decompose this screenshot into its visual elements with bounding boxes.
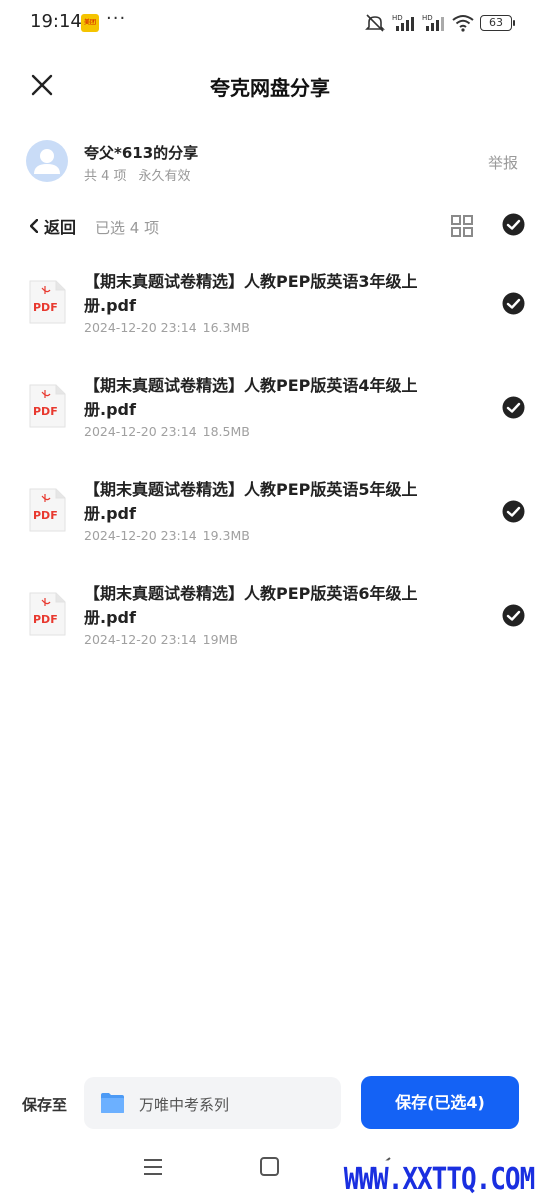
pdf-file-icon: PDF [29, 384, 66, 428]
wifi-icon [452, 15, 474, 32]
grid-view-icon [451, 215, 473, 237]
menu-icon[interactable] [143, 1158, 163, 1176]
title-bar: 夸克网盘分享 [0, 60, 540, 110]
pdf-file-icon: PDF [29, 280, 66, 324]
pdf-file-icon: PDF [29, 488, 66, 532]
battery-icon: 63 [480, 15, 515, 31]
save-bar: 保存至 万唯中考系列 保存(已选4) [0, 1076, 540, 1130]
file-meta: 2024-12-20 23:14 19MB [84, 632, 238, 647]
folder-picker[interactable]: 万唯中考系列 [84, 1077, 341, 1129]
file-name: 【期末真题试卷精选】人教PEP版英语5年级上册.pdf [84, 480, 418, 523]
file-size: 18.5MB [202, 424, 250, 439]
check-circle-icon[interactable] [502, 292, 525, 315]
file-meta: 2024-12-20 23:14 18.5MB [84, 424, 250, 439]
check-circle-icon [502, 213, 525, 236]
pdf-label: PDF [33, 613, 58, 626]
validity: 永久有效 [138, 169, 191, 184]
user-avatar-icon [34, 149, 60, 174]
selected-count: 已选 4 项 [95, 219, 160, 237]
svg-text:HD: HD [422, 14, 433, 22]
file-row[interactable]: PDF 【期末真题试卷精选】人教PEP版英语5年级上册.pdf 2024-12-… [0, 470, 540, 574]
pdf-label: PDF [33, 509, 58, 522]
save-button[interactable]: 保存(已选4) [361, 1076, 519, 1129]
file-row[interactable]: PDF 【期末真题试卷精选】人教PEP版英语4年级上册.pdf 2024-12-… [0, 366, 540, 470]
file-date: 2024-12-20 23:14 [84, 528, 197, 543]
check-circle-icon[interactable] [502, 500, 525, 523]
sharer-name: 夸父*613的分享 [84, 144, 199, 162]
status-icons: HD HD 63 [364, 12, 515, 34]
signal-hd-icon: HD [392, 14, 414, 31]
status-bar: 19:14 美团 ··· HD HD 63 [0, 0, 540, 46]
file-meta: 2024-12-20 23:14 19.3MB [84, 528, 250, 543]
file-size: 19MB [202, 632, 238, 647]
pdf-label: PDF [33, 405, 58, 418]
meituan-app-icon: 美团 [81, 14, 99, 32]
watermark: WWW.XXTTQ.COM [342, 1160, 536, 1200]
chevron-left-icon [30, 219, 38, 233]
file-size: 19.3MB [202, 528, 250, 543]
file-name: 【期末真题试卷精选】人教PEP版英语6年级上册.pdf [84, 584, 418, 627]
page-title: 夸克网盘分享 [210, 76, 330, 100]
signal-hd-icon: HD [422, 14, 444, 31]
back-label: 返回 [44, 218, 77, 237]
file-name: 【期末真题试卷精选】人教PEP版英语4年级上册.pdf [84, 376, 418, 419]
file-row[interactable]: PDF 【期末真题试卷精选】人教PEP版英语6年级上册.pdf 2024-12-… [0, 574, 540, 678]
file-date: 2024-12-20 23:14 [84, 424, 197, 439]
avatar [26, 140, 68, 182]
folder-icon [101, 1093, 124, 1113]
selection-toolbar: 返回 已选 4 项 [0, 208, 540, 244]
mute-icon [365, 14, 385, 32]
sharer-info: 夸父*613的分享 共 4 项永久有效 举报 [0, 138, 540, 184]
report-button[interactable]: 举报 [488, 152, 518, 173]
grid-view-button[interactable] [449, 213, 475, 239]
file-meta: 2024-12-20 23:14 16.3MB [84, 320, 250, 335]
file-size: 16.3MB [202, 320, 250, 335]
file-list: PDF 【期末真题试卷精选】人教PEP版英语3年级上册.pdf 2024-12-… [0, 262, 540, 678]
select-all-checkbox[interactable] [502, 213, 525, 236]
status-time: 19:14 [30, 11, 82, 32]
pdf-file-icon: PDF [29, 592, 66, 636]
file-name: 【期末真题试卷精选】人教PEP版英语3年级上册.pdf [84, 272, 418, 315]
folder-name: 万唯中考系列 [139, 1096, 230, 1114]
svg-text:HD: HD [392, 14, 403, 22]
back-button[interactable]: 返回 [30, 214, 76, 238]
file-row[interactable]: PDF 【期末真题试卷精选】人教PEP版英语3年级上册.pdf 2024-12-… [0, 262, 540, 366]
pdf-label: PDF [33, 301, 58, 314]
share-meta: 共 4 项永久有效 [84, 165, 191, 184]
file-date: 2024-12-20 23:14 [84, 320, 197, 335]
home-icon[interactable] [260, 1157, 279, 1176]
save-to-label: 保存至 [22, 1096, 68, 1114]
more-notifications-icon: ··· [106, 8, 127, 29]
file-date: 2024-12-20 23:14 [84, 632, 197, 647]
item-count: 共 4 项 [84, 169, 127, 184]
check-circle-icon[interactable] [502, 604, 525, 627]
check-circle-icon[interactable] [502, 396, 525, 419]
